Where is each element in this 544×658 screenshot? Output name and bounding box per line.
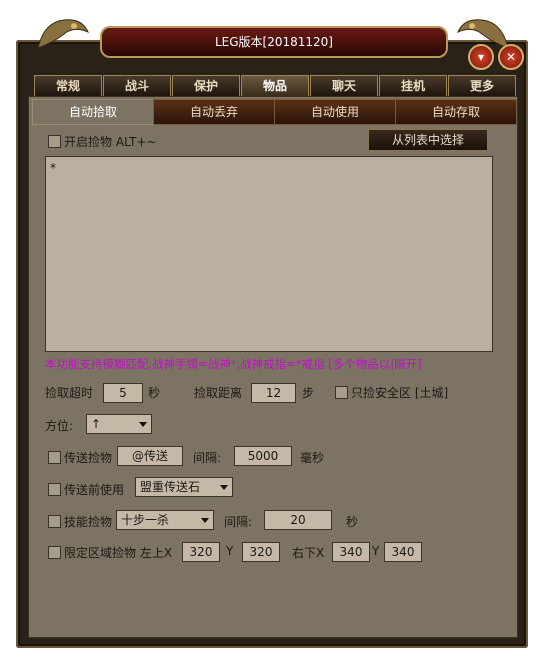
area-bottom-right-y-label: Y (372, 544, 380, 558)
direction-label: 方位: (45, 419, 74, 433)
tab-auto-pickup[interactable]: 自动拾取 (32, 99, 154, 125)
teleport-interval-unit: 毫秒 (300, 451, 325, 465)
direction-select[interactable]: ↑ (86, 414, 152, 434)
pickup-item-list-text: * (50, 161, 56, 175)
skill-select[interactable]: 十步一杀 (116, 510, 214, 530)
teleport-interval-input[interactable]: 5000 (234, 446, 292, 466)
area-pickup-label: 限定区域捡物 左上X (64, 546, 173, 560)
tab-protect[interactable]: 保护 (172, 75, 240, 96)
minimize-button[interactable]: ▾ (468, 44, 494, 70)
sub-tab-bar: 自动拾取 自动丢弃 自动使用 自动存取 (32, 99, 517, 125)
chevron-down-icon: ▾ (477, 50, 485, 64)
tab-items[interactable]: 物品 (241, 75, 309, 96)
teleport-pickup-checkbox[interactable] (48, 451, 61, 464)
close-button[interactable]: ✕ (498, 44, 524, 70)
teleport-interval-label: 间隔: (193, 451, 222, 465)
pickup-distance-label: 捡取距离 (194, 386, 243, 400)
skill-select-value: 十步一杀 (121, 513, 170, 527)
select-from-list-button[interactable]: 从列表中选择 (368, 129, 488, 151)
use-before-teleport-checkbox[interactable] (48, 483, 61, 496)
tab-auto-use[interactable]: 自动使用 (274, 99, 396, 125)
skill-interval-unit: 秒 (346, 515, 359, 529)
tab-more[interactable]: 更多 (448, 75, 516, 96)
teleport-command-input[interactable]: @传送 (117, 446, 183, 466)
enable-pickup-label: 开启捡物 ALT+~ (64, 135, 157, 149)
area-bottom-right-x-label: 右下X (292, 546, 325, 560)
tab-chat[interactable]: 聊天 (310, 75, 378, 96)
tab-combat[interactable]: 战斗 (103, 75, 171, 96)
teleport-item-select-value: 盟重传送石 (140, 480, 201, 494)
chevron-down-icon (220, 485, 228, 490)
dragon-ornament-left-icon (37, 19, 89, 49)
area-top-left-y-input[interactable]: 320 (242, 542, 280, 562)
safe-zone-only-checkbox[interactable] (335, 386, 348, 399)
enable-pickup-checkbox[interactable] (48, 135, 61, 148)
area-top-left-y-label: Y (226, 544, 234, 558)
safe-zone-only-label: 只捡安全区 [土城] (351, 386, 449, 400)
skill-pickup-label: 技能捡物 (64, 515, 113, 529)
pickup-distance-unit: 步 (302, 386, 315, 400)
chevron-down-icon (201, 518, 209, 523)
use-before-teleport-label: 传送前使用 (64, 483, 125, 497)
tab-general[interactable]: 常规 (34, 75, 102, 96)
fuzzy-match-hint: 本功能支持模糊匹配,战神手镯=战神*,战神戒指=*戒指 [多个物品以|隔开] (45, 357, 422, 371)
pickup-item-list[interactable]: * (45, 156, 493, 352)
main-tab-bar: 常规 战斗 保护 物品 聊天 挂机 更多 (34, 75, 516, 97)
chevron-down-icon (139, 422, 147, 427)
teleport-pickup-label: 传送捡物 (64, 451, 113, 465)
pickup-timeout-unit: 秒 (148, 386, 161, 400)
tab-auto-store[interactable]: 自动存取 (395, 99, 517, 125)
pickup-timeout-label: 捡取超时 (45, 386, 94, 400)
teleport-item-select[interactable]: 盟重传送石 (135, 477, 233, 497)
window-title: LEG版本[20181120] (100, 26, 448, 58)
close-icon: ✕ (505, 50, 517, 64)
tab-auto-discard[interactable]: 自动丢弃 (153, 99, 275, 125)
tab-afk[interactable]: 挂机 (379, 75, 447, 96)
skill-pickup-checkbox[interactable] (48, 515, 61, 528)
direction-select-value: ↑ (91, 417, 102, 431)
area-bottom-right-y-input[interactable]: 340 (384, 542, 422, 562)
area-bottom-right-x-input[interactable]: 340 (332, 542, 370, 562)
area-pickup-checkbox[interactable] (48, 546, 61, 559)
skill-interval-label: 间隔: (224, 515, 253, 529)
pickup-distance-input[interactable]: 12 (251, 383, 296, 403)
area-top-left-x-input[interactable]: 320 (182, 542, 220, 562)
skill-interval-input[interactable]: 20 (264, 510, 332, 530)
pickup-timeout-input[interactable]: 5 (103, 383, 143, 403)
